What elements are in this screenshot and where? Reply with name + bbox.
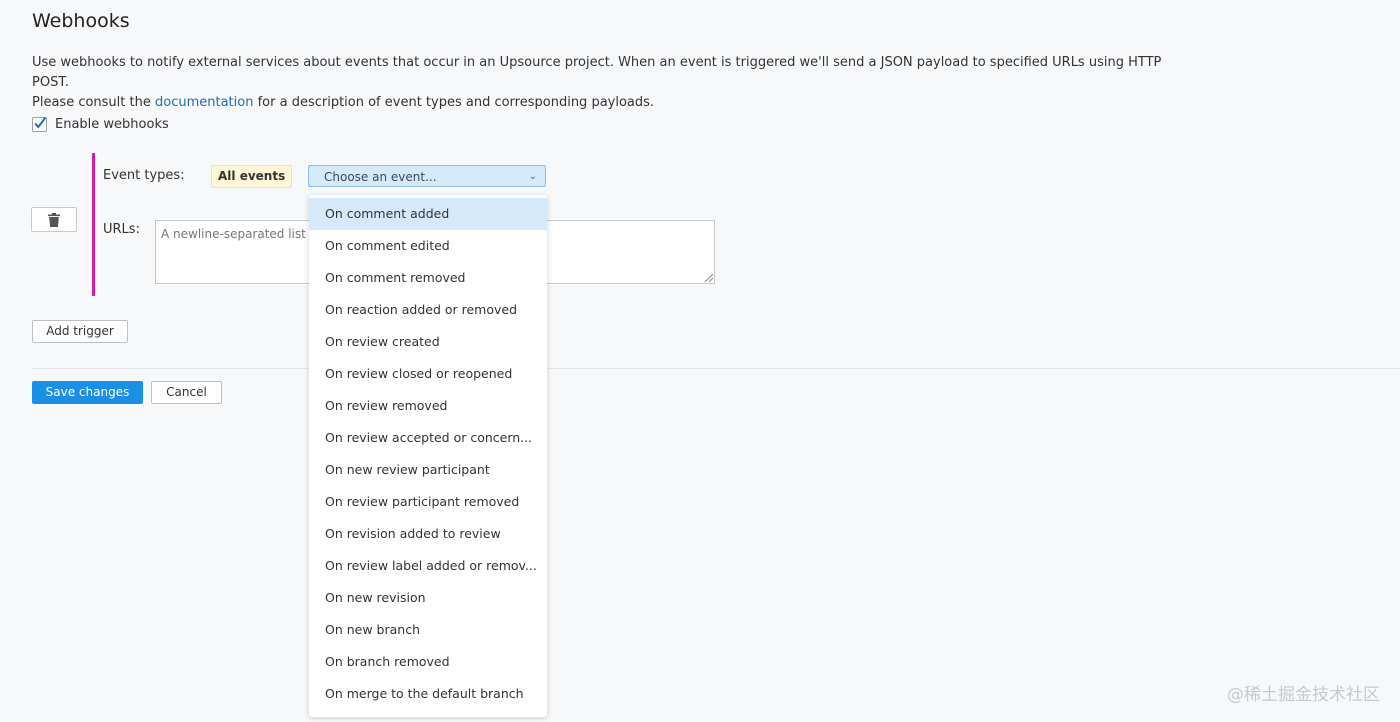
dropdown-item[interactable]: On review closed or reopened xyxy=(309,358,547,390)
dropdown-item[interactable]: On review removed xyxy=(309,390,547,422)
description-suffix: for a description of event types and cor… xyxy=(253,95,655,110)
checkmark-icon xyxy=(34,116,47,129)
add-trigger-button[interactable]: Add trigger xyxy=(32,320,128,343)
cancel-button[interactable]: Cancel xyxy=(151,381,222,404)
page-description: Use webhooks to notify external services… xyxy=(32,53,1182,113)
dropdown-item[interactable]: On comment added xyxy=(309,198,547,230)
page-title: Webhooks xyxy=(32,10,130,32)
dropdown-item[interactable]: On reaction added or removed xyxy=(309,294,547,326)
trash-icon xyxy=(48,212,60,227)
event-types-label: Event types: xyxy=(103,168,185,183)
event-select[interactable]: Choose an event... ⌄ xyxy=(308,165,546,187)
dropdown-item[interactable]: On comment removed xyxy=(309,262,547,294)
dropdown-item-list: On comment added On comment edited On comm… xyxy=(309,198,547,710)
delete-trigger-button[interactable] xyxy=(31,207,77,232)
event-dropdown-menu: On comment added On comment edited On comm… xyxy=(309,195,547,717)
description-line-2: Please consult the documentation for a d… xyxy=(32,93,1182,113)
enable-webhooks-row[interactable]: Enable webhooks xyxy=(32,116,169,132)
dropdown-item[interactable]: On review participant removed xyxy=(309,486,547,518)
dropdown-item[interactable]: On new revision xyxy=(309,582,547,614)
all-events-badge: All events xyxy=(211,165,293,188)
description-line-1: Use webhooks to notify external services… xyxy=(32,55,1162,90)
enable-webhooks-checkbox[interactable] xyxy=(32,116,47,132)
save-changes-button[interactable]: Save changes xyxy=(32,381,143,404)
resize-grip-icon[interactable] xyxy=(704,273,713,282)
section-divider xyxy=(32,368,1400,369)
dropdown-item[interactable]: On revision added to review xyxy=(309,518,547,550)
description-prefix: Please consult the xyxy=(32,95,155,110)
trigger-indicator-bar xyxy=(92,153,95,296)
dropdown-item[interactable]: On review label added or remov... xyxy=(309,550,547,582)
documentation-link[interactable]: documentation xyxy=(155,95,253,110)
webhooks-page: Webhooks Use webhooks to notify external… xyxy=(0,0,1400,722)
urls-label: URLs: xyxy=(103,222,140,237)
dropdown-item[interactable]: On review accepted or concern... xyxy=(309,422,547,454)
dropdown-item[interactable]: On comment edited xyxy=(309,230,547,262)
dropdown-item[interactable]: On review created xyxy=(309,326,547,358)
dropdown-item[interactable]: On new review participant xyxy=(309,454,547,486)
dropdown-item[interactable]: On merge to the default branch xyxy=(309,678,547,710)
enable-webhooks-label: Enable webhooks xyxy=(55,117,169,132)
event-select-placeholder: Choose an event... xyxy=(324,170,437,184)
dropdown-item[interactable]: On new branch xyxy=(309,614,547,646)
dropdown-item[interactable]: On branch removed xyxy=(309,646,547,678)
chevron-down-icon: ⌄ xyxy=(528,171,537,182)
watermark: @稀土掘金技术社区 xyxy=(1227,685,1380,705)
